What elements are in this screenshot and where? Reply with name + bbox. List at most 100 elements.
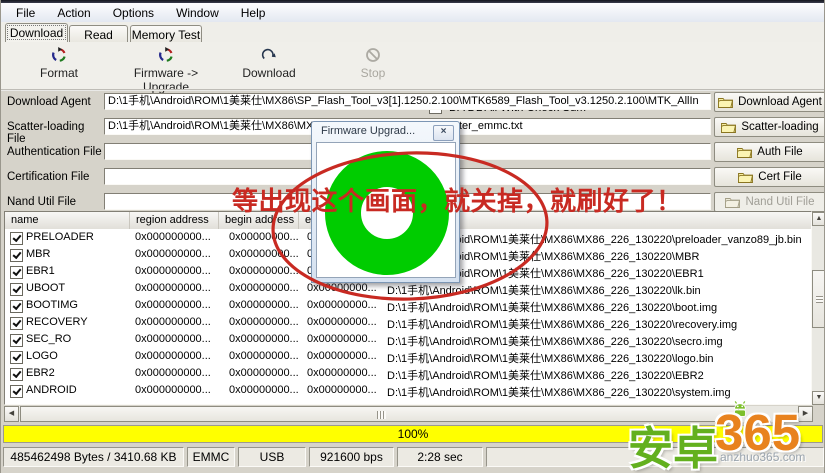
status-bar: 485462498 Bytes / 3410.68 KB EMMC USB 92… [1,447,825,468]
row-checkbox[interactable] [10,249,23,262]
flash-tool-window: File Action Options Window Help Download… [0,0,825,473]
scroll-grip [377,411,386,419]
table-row[interactable]: ANDROID0x000000000...0x00000000...0x0000… [5,382,811,399]
format-button[interactable]: Format [4,47,114,85]
row-file-path: D:\1手机\Android\ROM\1美莱仕\MX86\MX86_226_13… [387,350,714,366]
status-baud-rate: 921600 bps [309,447,394,467]
column-header-name[interactable]: name [5,212,130,229]
status-bytes: 485462498 Bytes / 3410.68 KB [3,447,184,467]
dialog-title[interactable]: Firmware Upgrad... [321,125,415,137]
nand-util-browse-button: Nand Util File [714,192,825,212]
tab-read-back[interactable]: Read back [69,25,128,42]
row-checkbox[interactable] [10,368,23,381]
row-region-address: 0x000000000... [135,350,211,362]
row-checkbox[interactable] [10,266,23,279]
close-icon[interactable]: × [433,125,454,141]
table-vertical-scrollbar[interactable]: ▲ ▼ [812,212,825,405]
row-begin-address: 0x00000000... [229,367,299,379]
progress-bar: 100% [3,425,823,443]
download-agent-browse-label: Download Agent [738,96,822,108]
table-row[interactable]: BOOTIMG0x000000000...0x00000000...0x0000… [5,297,811,314]
menu-file[interactable]: File [5,4,46,22]
scatter-loading-browse-button[interactable]: Scatter-loading [714,117,825,137]
auth-file-browse-button[interactable]: Auth File [714,142,825,162]
download-label: Download [242,66,295,80]
row-begin-address: 0x00000000... [229,231,299,243]
menu-help[interactable]: Help [230,4,277,22]
scroll-down-icon[interactable]: ▼ [812,391,825,405]
tab-download[interactable]: Download [5,23,68,42]
menu-options[interactable]: Options [102,4,165,22]
row-file-path: D:\1手机\Android\ROM\1美莱仕\MX86\MX86_226_13… [387,282,701,298]
menu-window[interactable]: Window [165,4,230,22]
row-region-address: 0x000000000... [135,299,211,311]
table-row[interactable]: SEC_RO0x000000000...0x00000000...0x00000… [5,331,811,348]
row-name: RECOVERY [26,316,88,328]
folder-icon [737,147,752,158]
folder-icon [738,172,753,183]
row-end-address: 0x00000000... [307,333,377,345]
nand-util-label: Nand Util File [7,196,105,208]
scroll-grip [816,296,823,303]
firmware-upgrade-button[interactable]: Firmware -> Upgrade [111,47,221,85]
row-end-address: 0x00000000... [307,282,377,294]
cert-file-label: Certification File [7,171,105,183]
row-checkbox[interactable] [10,232,23,245]
status-connection: USB [238,447,306,467]
row-name: UBOOT [26,282,65,294]
stop-icon [365,47,381,63]
download-agent-browse-button[interactable]: Download Agent [714,92,825,112]
table-row[interactable]: RECOVERY 0x000000000... 0x00000000... 0x000… [5,314,811,331]
row-region-address: 0x000000000... [135,282,211,294]
row-end-address: 0x00000000... [307,384,377,396]
folder-icon [725,197,740,208]
horizontal-scroll-thumb[interactable] [20,406,739,422]
scroll-up-icon[interactable]: ▲ [812,212,825,226]
table-horizontal-scrollbar[interactable]: ◀ ▶ [4,406,813,422]
row-checkbox[interactable] [10,283,23,296]
scroll-left-icon[interactable]: ◀ [4,406,19,422]
row-name: LOGO [26,350,58,362]
download-button[interactable]: Download [214,47,324,85]
menu-bar: File Action Options Window Help [1,3,825,22]
row-begin-address: 0x00000000... [229,265,299,277]
status-elapsed-time: 2:28 sec [397,447,483,467]
row-begin-address: 0x00000000... [229,384,299,396]
menu-action[interactable]: Action [46,4,101,22]
auth-file-label: Authentication File [7,146,105,158]
row-region-address: 0x000000000... [135,333,211,345]
row-checkbox[interactable] [10,334,23,347]
scatter-file-label: Scatter-loading File [7,121,105,145]
row-name: BOOTIMG [26,299,78,311]
row-region-address: 0x000000000... [135,248,211,260]
vertical-scroll-thumb[interactable] [812,270,825,328]
annotation-text: 等出现这个画面，就关掉，就刷好了！ [232,181,683,218]
auth-file-browse-label: Auth File [757,146,802,158]
cert-file-browse-label: Cert File [758,171,801,183]
row-checkbox[interactable] [10,385,23,398]
row-file-path: D:\1手机\Android\ROM\1美莱仕\MX86\MX86_226_13… [387,367,704,383]
row-end-address: 0x00000000... [307,316,377,328]
column-header-region-address[interactable]: region address [130,212,219,229]
stop-button: Stop [318,47,428,85]
row-begin-address: 0x00000000... [229,248,299,260]
row-checkbox[interactable] [10,300,23,313]
row-name: PRELOADER [26,231,94,243]
cert-file-browse-button[interactable]: Cert File [714,167,825,187]
row-checkbox[interactable] [10,351,23,364]
download-agent-label: Download Agent [7,96,105,108]
download-agent-field[interactable]: D:\1手机\Android\ROM\1美莱仕\MX86\SP_Flash_To… [104,93,711,110]
row-begin-address: 0x00000000... [229,316,299,328]
scatter-loading-browse-label: Scatter-loading [741,121,818,133]
table-row[interactable]: EBR20x000000000...0x00000000...0x0000000… [5,365,811,382]
tab-bar: Download Read back Memory Test [1,22,825,42]
tab-memory-test[interactable]: Memory Test [130,25,202,42]
toolbar: Format Firmware -> Upgrade Download Stop… [1,42,825,90]
row-region-address: 0x000000000... [135,316,211,328]
folder-icon [721,122,736,133]
row-file-path: D:\1手机\Android\ROM\1美莱仕\MX86\MX86_226_13… [387,384,731,400]
table-row[interactable]: LOGO0x000000000...0x00000000...0x0000000… [5,348,811,365]
row-checkbox[interactable] [10,317,23,330]
scroll-right-icon[interactable]: ▶ [798,406,813,422]
nand-util-browse-label: Nand Util File [745,196,814,208]
